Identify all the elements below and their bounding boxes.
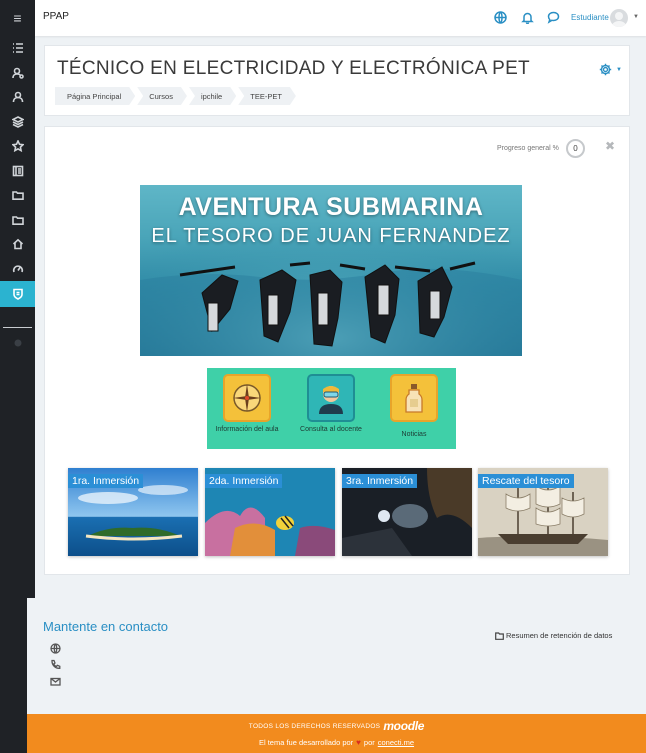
breadcrumb-item-courses[interactable]: Cursos: [137, 87, 187, 105]
footer: [27, 598, 646, 715]
compass-icon: [223, 374, 271, 422]
page-header: TÉCNICO EN ELECTRICIDAD Y ELECTRÓNICA PE…: [44, 45, 630, 116]
consulta-docente-button[interactable]: Consulta al docente: [296, 374, 366, 434]
sidebar-item-participants[interactable]: [0, 61, 35, 86]
info-aula-button[interactable]: Información del aula: [212, 374, 282, 434]
notifications-button[interactable]: [521, 11, 534, 25]
noticias-button[interactable]: Noticias: [379, 374, 449, 439]
list-icon: [12, 43, 23, 54]
sidebar-item-users[interactable]: [0, 85, 35, 110]
developed-by-text: El tema fue desarrollado por: [258, 738, 354, 747]
folder-icon: [11, 191, 24, 201]
chevron-down-icon[interactable]: ▼: [616, 67, 622, 73]
por-text: por: [363, 738, 375, 747]
breadcrumb-item-category[interactable]: ipchile: [189, 87, 236, 105]
sidebar-item-settings[interactable]: [0, 336, 35, 350]
breadcrumb: Página Principal Cursos ipchile TEE-PET: [55, 87, 298, 105]
developer-link[interactable]: conecti.me: [378, 738, 414, 747]
sidebar-item-layers[interactable]: [0, 110, 35, 135]
course-banner: AVENTURA SUBMARINA EL TESORO DE JUAN FER…: [140, 185, 522, 356]
bell-icon: [521, 12, 534, 25]
tile-label: 2da. Inmersión: [205, 474, 283, 488]
sidebar-item-grades[interactable]: [0, 159, 35, 184]
chevron-down-icon[interactable]: ▼: [633, 14, 639, 20]
user-name[interactable]: Estudiante: [571, 13, 609, 22]
user-settings-icon: [11, 67, 24, 79]
dashboard-icon: [12, 265, 23, 273]
section-tile-4[interactable]: Rescate del tesoro: [478, 468, 608, 556]
globe-icon: [50, 643, 61, 654]
breadcrumb-item-course[interactable]: TEE-PET: [238, 87, 296, 105]
consulta-docente-label: Consulta al docente: [300, 426, 362, 433]
course-settings-button[interactable]: [599, 63, 612, 81]
sidebar-item-folder-2[interactable]: [0, 208, 35, 233]
tile-label: 1ra. Inmersión: [68, 474, 144, 488]
messages-button[interactable]: [547, 11, 560, 24]
noticias-label: Noticias: [401, 431, 427, 438]
info-aula-label: Información del aula: [215, 426, 279, 433]
heart-icon: ♥: [356, 738, 361, 747]
sidebar-item-course[interactable]: [0, 281, 35, 307]
folder-icon: [11, 215, 24, 225]
gear-icon: [599, 63, 612, 76]
close-icon[interactable]: ✖: [605, 139, 615, 153]
moodle-logo[interactable]: moodle: [383, 719, 424, 733]
phone-icon: [51, 659, 61, 669]
sidebar-divider: [3, 327, 32, 328]
sidebar-item-list[interactable]: [0, 36, 35, 61]
banner-title: AVENTURA SUBMARINA: [178, 193, 484, 221]
gear-icon: [14, 339, 21, 347]
users-icon: [12, 91, 23, 103]
email-link[interactable]: [50, 674, 61, 686]
copyright-bar: TODOS LOS DERECHOS RESERVADOS moodle El …: [27, 714, 646, 753]
breadcrumb-item-home[interactable]: Página Principal: [55, 87, 135, 105]
progress-label: Progreso general %: [497, 145, 559, 152]
course-content: Progreso general % 0 ✖ AVENTURA SUBMARIN…: [44, 126, 630, 575]
language-button[interactable]: [494, 11, 507, 24]
banner-subtitle: EL TESORO DE JUAN FERNANDEZ: [151, 225, 511, 247]
sidebar-item-favorites[interactable]: [0, 134, 35, 159]
top-navbar: PPAP Estudiante ▼: [35, 0, 646, 36]
copyright-line: TODOS LOS DERECHOS RESERVADOS moodle: [27, 719, 646, 733]
avatar[interactable]: [610, 9, 628, 27]
sidebar-item-home[interactable]: [0, 232, 35, 257]
section-tile-3[interactable]: 3ra. Inmersión: [342, 468, 472, 556]
tile-label: 3ra. Inmersión: [342, 474, 418, 488]
book-icon: [12, 165, 23, 177]
copyright-text: TODOS LOS DERECHOS RESERVADOS: [248, 722, 381, 730]
globe-icon: [494, 11, 507, 24]
developer-line: El tema fue desarrollado por ♥ por conec…: [27, 738, 646, 747]
shield-icon: [12, 288, 23, 300]
site-brand[interactable]: PPAP: [43, 11, 69, 22]
progress-indicator: 0: [566, 139, 585, 158]
star-icon: [11, 140, 24, 153]
bottle-icon: [390, 374, 438, 422]
section-tile-2[interactable]: 2da. Inmersión: [205, 468, 335, 556]
data-retention-link[interactable]: Resumen de retención de datos: [495, 631, 612, 640]
page-title: TÉCNICO EN ELECTRICIDAD Y ELECTRÓNICA PE…: [57, 58, 530, 79]
menu-icon: ≡: [13, 10, 22, 26]
website-link[interactable]: [50, 641, 61, 654]
layers-icon: [11, 115, 24, 128]
diver-icon: [307, 374, 355, 422]
menu-toggle-button[interactable]: ≡: [0, 0, 35, 36]
mail-icon: [50, 677, 61, 686]
tile-label: Rescate del tesoro: [478, 474, 574, 488]
sidebar-item-folder-1[interactable]: [0, 183, 35, 208]
chat-icon: [547, 11, 560, 24]
section-tile-1[interactable]: 1ra. Inmersión: [68, 468, 198, 556]
folder-icon: [495, 631, 504, 640]
retention-label: Resumen de retención de datos: [506, 631, 613, 640]
contact-title: Mantente en contacto: [43, 619, 169, 634]
home-icon: [12, 238, 23, 250]
course-menu-panel: Información del aula Consulta al docente: [207, 368, 456, 449]
phone-link[interactable]: [50, 657, 61, 669]
sidebar-item-dashboard[interactable]: [0, 257, 35, 282]
